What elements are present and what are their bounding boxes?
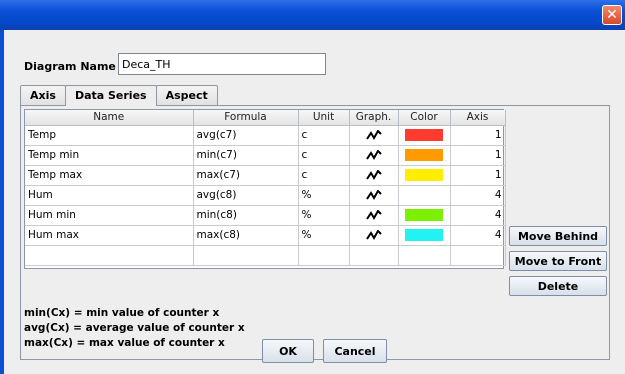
cell-name[interactable]: Hum max — [25, 225, 194, 246]
tab-bar: Axis Data Series Aspect — [20, 85, 218, 106]
cell-formula[interactable]: max(c7) — [193, 165, 299, 186]
cell-graph[interactable] — [349, 125, 399, 146]
cell-color[interactable] — [398, 185, 451, 206]
move-behind-button[interactable]: Move Behind — [509, 226, 607, 246]
line-graph-icon — [365, 130, 382, 140]
tab-axis[interactable]: Axis — [20, 85, 66, 105]
color-swatch[interactable] — [405, 149, 443, 161]
table-row-empty[interactable] — [25, 245, 506, 266]
cell-name[interactable]: Hum min — [25, 205, 194, 226]
cell-formula[interactable]: max(c8) — [193, 225, 299, 246]
line-graph-icon — [365, 150, 382, 160]
cell-graph[interactable] — [349, 185, 399, 206]
color-swatch[interactable] — [405, 209, 443, 221]
empty-cell[interactable] — [298, 245, 350, 266]
cell-formula[interactable]: min(c7) — [193, 145, 299, 166]
tab-data-series[interactable]: Data Series — [64, 85, 157, 106]
cell-color[interactable] — [398, 165, 451, 186]
cell-axis[interactable]: 1 — [450, 145, 506, 166]
cell-axis[interactable]: 4 — [450, 205, 506, 226]
cell-color[interactable] — [398, 145, 451, 166]
legend-line-avg: avg(Cx) = average value of counter x — [24, 322, 245, 334]
ok-button[interactable]: OK — [262, 339, 314, 363]
delete-button[interactable]: Delete — [509, 276, 607, 296]
table-row[interactable]: Temp avg(c7) c 1 — [25, 125, 506, 146]
table-row[interactable]: Temp max max(c7) c 1 — [25, 165, 506, 186]
cell-axis[interactable]: 1 — [450, 165, 506, 186]
cell-graph[interactable] — [349, 205, 399, 226]
table-row[interactable]: Hum avg(c8)% 4 — [25, 185, 506, 206]
cell-name[interactable]: Hum — [25, 185, 194, 206]
legend-line-min: min(Cx) = min value of counter x — [24, 307, 220, 319]
cancel-button[interactable]: Cancel — [323, 339, 387, 363]
column-header-color[interactable]: Color — [398, 110, 451, 126]
tab-aspect[interactable]: Aspect — [155, 85, 218, 105]
diagram-name-label: Diagram Name — [24, 60, 116, 73]
line-graph-icon — [365, 230, 382, 240]
line-graph-icon — [365, 210, 382, 220]
legend-line-max: max(Cx) = max value of counter x — [24, 337, 225, 349]
cell-formula[interactable]: avg(c8) — [193, 185, 299, 206]
empty-cell[interactable] — [450, 245, 506, 266]
empty-cell[interactable] — [193, 245, 299, 266]
cell-graph[interactable] — [349, 225, 399, 246]
empty-cell[interactable] — [25, 245, 194, 266]
column-header-name[interactable]: Name — [25, 110, 194, 126]
formula-legend: min(Cx) = min value of counter x avg(Cx)… — [24, 306, 245, 351]
cell-color[interactable] — [398, 205, 451, 226]
empty-cell[interactable] — [398, 245, 451, 266]
table-row[interactable]: Temp min min(c7) c 1 — [25, 145, 506, 166]
color-swatch[interactable] — [405, 129, 443, 141]
column-header-axis[interactable]: Axis — [450, 110, 506, 126]
cell-formula[interactable]: avg(c7) — [193, 125, 299, 146]
cell-axis[interactable]: 4 — [450, 225, 506, 246]
cell-unit[interactable]: c — [298, 125, 350, 146]
line-graph-icon — [365, 190, 382, 200]
table-header-row: Name Formula Unit Graph. Color Axis — [25, 110, 506, 126]
column-header-graph[interactable]: Graph. — [349, 110, 399, 126]
cell-unit[interactable]: % — [298, 205, 350, 226]
column-header-unit[interactable]: Unit — [298, 110, 350, 126]
cell-name[interactable]: Temp — [25, 125, 194, 146]
cell-formula[interactable]: min(c8) — [193, 205, 299, 226]
diagram-name-input[interactable] — [118, 53, 326, 75]
title-bar: ✕ — [0, 0, 625, 30]
cell-color[interactable] — [398, 125, 451, 146]
table-row[interactable]: Hum max max(c8)% 4 — [25, 225, 506, 246]
empty-cell[interactable] — [349, 245, 399, 266]
data-series-table[interactable]: Name Formula Unit Graph. Color Axis Temp… — [24, 109, 506, 269]
cell-color[interactable] — [398, 225, 451, 246]
cell-graph[interactable] — [349, 145, 399, 166]
cell-name[interactable]: Temp max — [25, 165, 194, 186]
color-swatch[interactable] — [405, 229, 443, 241]
move-to-front-button[interactable]: Move to Front — [509, 251, 607, 271]
cell-graph[interactable] — [349, 165, 399, 186]
close-icon[interactable]: ✕ — [602, 5, 622, 25]
column-header-formula[interactable]: Formula — [193, 110, 299, 126]
color-swatch[interactable] — [405, 169, 443, 181]
cell-unit[interactable]: % — [298, 225, 350, 246]
cell-axis[interactable]: 1 — [450, 125, 506, 146]
cell-name[interactable]: Temp min — [25, 145, 194, 166]
table-row[interactable]: Hum min min(c8)% 4 — [25, 205, 506, 226]
data-series-panel: Name Formula Unit Graph. Color Axis Temp… — [20, 105, 610, 360]
cell-unit[interactable]: c — [298, 165, 350, 186]
line-graph-icon — [365, 170, 382, 180]
cell-unit[interactable]: % — [298, 185, 350, 206]
cell-unit[interactable]: c — [298, 145, 350, 166]
dialog-content: Diagram Name Axis Data Series Aspect Nam… — [4, 30, 625, 374]
cell-axis[interactable]: 4 — [450, 185, 506, 206]
